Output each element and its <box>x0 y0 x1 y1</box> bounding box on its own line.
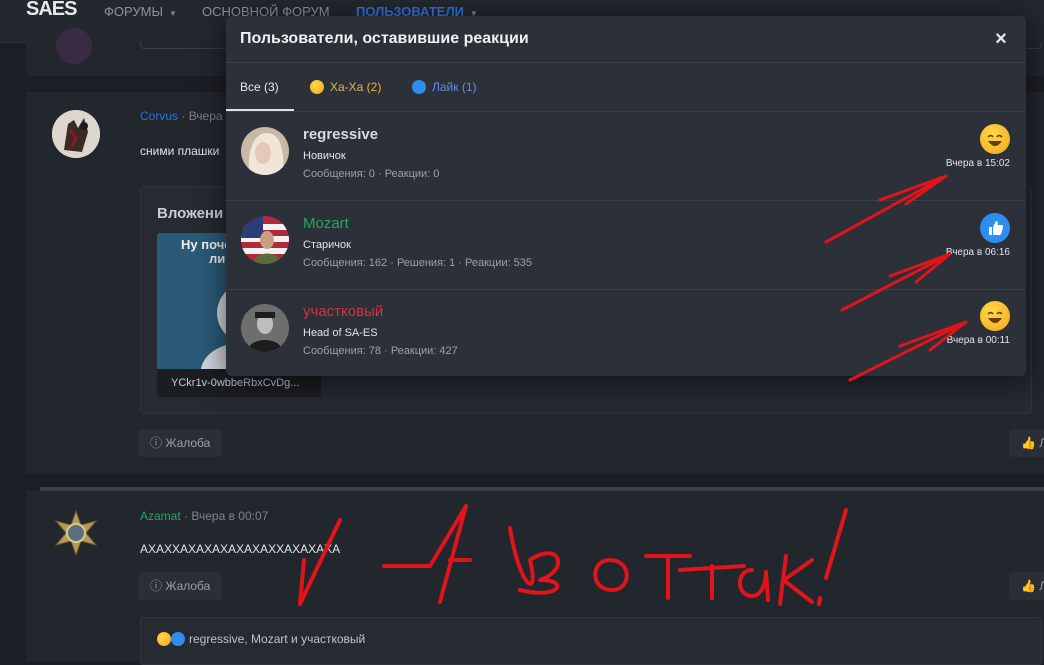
tab-haha-label: Ха-Ха (2) <box>330 80 382 94</box>
list-item: участковый Head of SA-ES Сообщения: 78 ·… <box>226 289 1026 376</box>
tab-like[interactable]: Лайк (1) <box>398 63 491 111</box>
user-name[interactable]: Mozart <box>303 215 349 232</box>
haha-icon <box>157 632 171 646</box>
report-button[interactable]: ⓘ Жалоба <box>138 429 223 457</box>
avatar[interactable] <box>241 304 289 352</box>
separator: · <box>181 109 186 123</box>
thumbs-up-icon: 👍 <box>1021 436 1036 450</box>
post-author-line: Corvus · Вчера <box>140 109 223 123</box>
warning-icon: ⓘ <box>150 436 163 450</box>
like-button[interactable]: 👍 Л <box>1009 572 1044 600</box>
nav-forums-label: ФОРУМЫ <box>104 4 163 19</box>
like-button[interactable]: 👍 Л <box>1009 429 1044 457</box>
report-button[interactable]: ⓘ Жалоба <box>138 572 223 600</box>
reactions-summary-text: regressive, Mozart и участковый <box>189 632 366 646</box>
post-author[interactable]: Azamat <box>140 509 181 523</box>
post-text: сними плашки <box>140 144 220 158</box>
report-label: Жалоба <box>165 579 211 593</box>
like-icon <box>980 213 1010 243</box>
tab-all[interactable]: Все (3) <box>226 63 294 111</box>
site-logo[interactable]: SAES <box>26 0 77 30</box>
tab-like-label: Лайк (1) <box>432 80 477 94</box>
user-stats: Сообщения: 0 · Реакции: 0 <box>303 168 440 180</box>
report-label: Жалоба <box>165 436 211 450</box>
reaction-time[interactable]: Вчера в 06:16 <box>946 247 1010 258</box>
attachments-title: Вложени <box>157 205 224 222</box>
attachment-caption-mid: ли <box>209 251 226 266</box>
thumbs-up-icon: 👍 <box>1021 579 1036 593</box>
post-author[interactable]: Corvus <box>140 109 178 123</box>
avatar[interactable] <box>56 28 92 64</box>
user-title: Новичок <box>303 150 346 162</box>
list-item: regressive Новичок Сообщения: 0 · Реакци… <box>226 112 1026 201</box>
chevron-down-icon[interactable]: ▼ <box>169 9 177 18</box>
logo-text: SAES <box>26 0 77 20</box>
haha-icon <box>980 301 1010 331</box>
modal-header: Пользователи, оставившие реакции × <box>226 16 1026 63</box>
avatar[interactable] <box>241 127 289 175</box>
user-title: Старичок <box>303 239 351 251</box>
reactions-summary[interactable]: regressive, Mozart и участковый <box>140 617 1042 665</box>
like-label: Л <box>1039 436 1044 450</box>
like-icon <box>412 80 426 94</box>
close-icon[interactable]: × <box>990 28 1012 50</box>
post-text: АХАХХАХАХАХАХАХАХХАХАХАХА <box>140 542 341 556</box>
tab-all-label: Все (3) <box>240 80 279 94</box>
post-azamat: Azamat · Вчера в 00:07 АХАХХАХАХАХАХАХАХ… <box>26 491 1044 665</box>
user-name[interactable]: regressive <box>303 126 378 143</box>
reaction-time[interactable]: Вчера в 00:11 <box>947 335 1010 346</box>
list-item: Mozart Старичок Сообщения: 162 · Решения… <box>226 201 1026 290</box>
attachment-caption-top: Ну поче <box>181 237 232 252</box>
warning-icon: ⓘ <box>150 579 163 593</box>
user-stats: Сообщения: 162 · Решения: 1 · Реакции: 5… <box>303 257 532 269</box>
user-title: Head of SA-ES <box>303 327 378 339</box>
haha-icon <box>310 80 324 94</box>
avatar[interactable] <box>52 110 100 158</box>
reactions-modal: Пользователи, оставившие реакции × Все (… <box>226 16 1026 376</box>
tab-haha[interactable]: Ха-Ха (2) <box>296 63 395 111</box>
post-time[interactable]: Вчера в 00:07 <box>191 509 268 523</box>
avatar[interactable] <box>52 509 100 557</box>
avatar[interactable] <box>241 216 289 264</box>
user-name[interactable]: участковый <box>303 303 383 320</box>
post-author-line: Azamat · Вчера в 00:07 <box>140 509 268 523</box>
post-time[interactable]: Вчера <box>189 109 223 123</box>
user-stats: Сообщения: 78 · Реакции: 427 <box>303 345 458 357</box>
like-icon <box>171 632 185 646</box>
separator: · <box>184 509 189 523</box>
nav-forums[interactable]: ФОРУМЫ ▼ <box>104 4 177 19</box>
reaction-time[interactable]: Вчера в 15:02 <box>946 158 1010 169</box>
like-label: Л <box>1039 579 1044 593</box>
modal-title: Пользователи, оставившие реакции <box>240 30 529 47</box>
reaction-tabs: Все (3) Ха-Ха (2) Лайк (1) <box>226 63 1026 112</box>
haha-icon <box>980 124 1010 154</box>
